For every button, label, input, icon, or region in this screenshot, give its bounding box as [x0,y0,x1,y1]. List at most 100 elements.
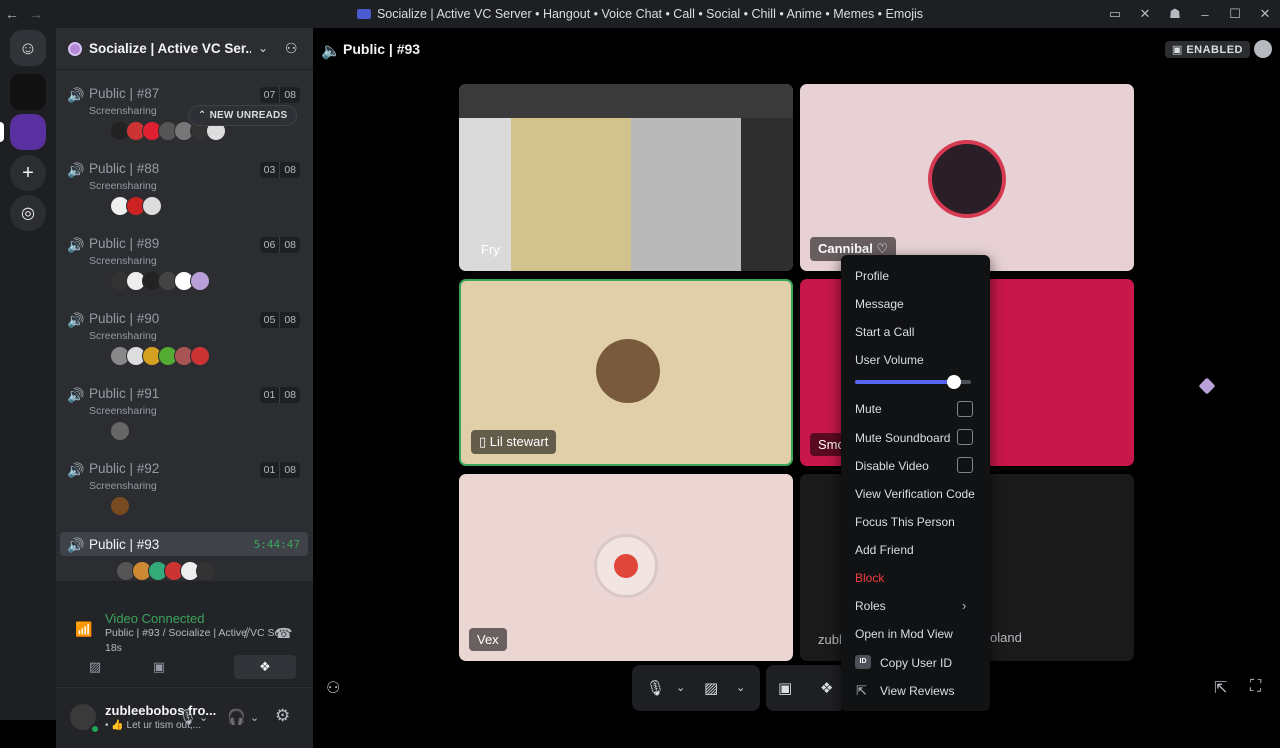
screenshare-artwork [459,84,793,118]
menu-item-add-friend[interactable]: Add Friend [855,543,914,557]
inbox-icon[interactable]: ▭ [1100,6,1130,22]
server-flag-icon [356,9,371,19]
tools-icon[interactable]: ✕ [1130,6,1160,22]
channel-item[interactable]: 🔊 Public | #89 Screensharing 06 08 [60,231,308,301]
server-badge-icon [68,41,82,56]
microphone-icon[interactable]: 🎙 [178,708,197,726]
menu-item-view-verification[interactable]: View Verification Code [855,487,975,501]
invite-people-icon[interactable]: ⚇ [285,40,298,57]
mute-soundboard-checkbox[interactable] [957,429,973,445]
avatar[interactable] [190,346,210,366]
title-bar: ← → Socialize | Active VC Server • Hango… [0,0,1280,28]
video-tile-lil-stewart[interactable]: ▯ Lil stewart [459,279,793,466]
chevron-down-icon[interactable]: ⌄ [199,711,208,724]
external-link-icon: ⇱ [856,683,867,698]
user-context-menu: Profile Message Start a Call User Volume… [841,255,990,711]
screenshare-button[interactable]: ▣ [128,655,190,679]
activities-button[interactable]: ❖ [234,655,296,679]
menu-item-block[interactable]: Block [855,571,884,585]
slider-handle[interactable] [946,375,961,389]
voice-channel-link[interactable]: Public | #93 / Socialize | Active VC Se.… [105,627,285,639]
screenshare-icon[interactable]: ▣ [778,679,792,697]
new-unreads-pill[interactable]: ⌃ NEW UNREADS [188,105,298,126]
user-count: 05 08 [259,312,300,328]
audio-video-controls: 🎙 ⌄ ▨ ⌄ [632,665,760,711]
avatar [928,140,1006,218]
enabled-badge[interactable]: ▣ ENABLED [1164,41,1250,58]
video-tile-vex[interactable]: Vex [459,474,793,661]
menu-item-mute[interactable]: Mute [855,402,882,416]
user-count: 07 08 [259,87,300,103]
menu-item-mute-soundboard[interactable]: Mute Soundboard [855,431,950,445]
video-tile-cannibal[interactable]: Cannibal ♡ [800,84,1134,271]
explore-icon[interactable]: ◎ [10,195,46,231]
headphones-icon[interactable]: 🎧 [227,708,246,726]
voice-status[interactable]: Video Connected [105,611,205,626]
chevron-down-icon[interactable]: ⌄ [736,681,745,694]
user-volume-slider[interactable] [855,375,971,389]
server-icon-art[interactable] [10,74,46,110]
channel-avatars [110,196,162,216]
channel-item-active[interactable]: 🔊 Public | #93 5:44:47 [60,532,308,556]
chevron-down-icon[interactable]: ⌄ [258,41,268,55]
channel-item[interactable]: 🔊 Public | #88 Screensharing 03 08 [60,156,308,226]
channel-name: Public | #91 [89,386,160,401]
disable-video-checkbox[interactable] [957,457,973,473]
channel-avatars [116,561,216,581]
avatar[interactable] [110,496,130,516]
camera-button[interactable]: ▨ [64,655,126,679]
server-icon-socialize[interactable] [10,114,46,150]
chevron-right-icon: › [962,598,967,613]
menu-item-disable-video[interactable]: Disable Video [855,459,929,473]
signal-icon[interactable]: 📶 [75,621,92,638]
speaker-icon: 🔊 [67,462,85,478]
channel-item[interactable]: 🔊 Public | #92 Screensharing 01 08 [60,456,308,526]
camera-off-icon[interactable]: ▨ [704,679,718,697]
menu-item-view-reviews[interactable]: View Reviews [880,684,954,698]
mute-checkbox[interactable] [957,401,973,417]
avatar[interactable] [190,271,210,291]
discord-nitro-icon[interactable]: ☗ [1160,6,1190,22]
add-person-icon[interactable]: ⚇ [326,678,340,698]
avatar[interactable] [110,421,130,441]
microphone-icon[interactable]: 🎙 [646,679,665,697]
channel-avatars [110,271,210,291]
menu-item-copy-id[interactable]: Copy User ID [880,656,952,670]
activities-icon[interactable]: ❖ [820,679,833,697]
noise-suppression-icon[interactable]: ⫽ [244,625,250,642]
chevron-down-icon[interactable]: ⌄ [250,711,259,724]
chevron-down-icon[interactable]: ⌄ [676,681,685,694]
channel-item[interactable]: 🔊 Public | #90 Screensharing 05 08 [60,306,308,376]
popout-icon[interactable]: ⇱ [1214,678,1227,698]
settings-gear-icon[interactable]: ⚙ [275,706,290,726]
channel-avatars [110,421,130,441]
server-header[interactable]: Socialize | Active VC Ser... ⌄ ⚇ [56,28,313,70]
avatar[interactable] [196,561,216,581]
chat-bubble-icon[interactable] [1254,40,1272,58]
mobile-icon: ▯ [479,434,487,449]
channel-header: 🔈 Public | #93 ▣ ENABLED [313,28,1280,70]
add-server-icon[interactable]: + [10,155,46,191]
menu-item-roles[interactable]: Roles [855,599,886,613]
channel-item[interactable]: 🔊 Public | #91 Screensharing 01 08 [60,381,308,451]
maximize-icon[interactable]: ☐ [1220,6,1250,22]
minimize-icon[interactable]: – [1190,7,1220,22]
menu-item-profile[interactable]: Profile [855,269,889,283]
menu-item-start-call[interactable]: Start a Call [855,325,914,339]
menu-item-message[interactable]: Message [855,297,904,311]
menu-item-mod-view[interactable]: Open in Mod View [855,627,953,641]
channel-name: Public | #92 [89,461,160,476]
menu-item-focus[interactable]: Focus This Person [855,515,955,529]
close-icon[interactable]: ✕ [1250,6,1280,22]
channel-title: Public | #93 [343,41,421,57]
user-count: 01 08 [259,387,300,403]
video-tile-fry[interactable]: Fry [459,84,793,271]
disconnect-icon[interactable]: ☎ [275,625,292,642]
fullscreen-icon[interactable]: ⛶ [1250,678,1261,696]
call-timer: 5:44:47 [253,538,300,551]
avatar[interactable] [142,196,162,216]
speaker-icon: 🔊 [67,312,85,328]
discord-home-icon[interactable]: ☺ [10,30,46,66]
channel-name: Public | #90 [89,311,160,326]
active-server-indicator [0,122,4,142]
